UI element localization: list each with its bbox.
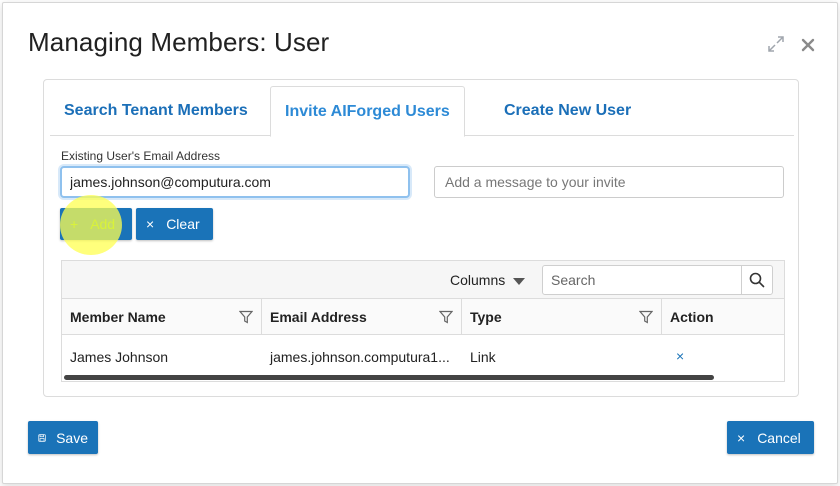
header-label: Type [470, 309, 502, 325]
cell-type: Link [470, 349, 496, 365]
search-icon [749, 272, 765, 288]
email-field-label: Existing User's Email Address [61, 149, 221, 163]
managing-members-dialog: Managing Members: User Search Tenant Mem… [2, 2, 838, 484]
close-icon: × [737, 429, 746, 446]
save-icon [38, 433, 46, 442]
filter-icon[interactable] [239, 310, 253, 324]
grid-toolbar: Columns [62, 261, 784, 299]
filter-icon[interactable] [639, 310, 653, 324]
header-member-name[interactable]: Member Name [62, 299, 262, 335]
columns-button[interactable]: Columns [450, 272, 526, 288]
tab-invite-aiforged-users[interactable]: Invite AIForged Users [270, 86, 465, 137]
members-grid: Columns Member Name Email Address [61, 260, 785, 382]
cancel-button[interactable]: × Cancel [727, 421, 814, 454]
cell-email: james.johnson.computura1... [270, 349, 450, 365]
header-label: Email Address [270, 309, 367, 325]
header-action: Action [662, 299, 784, 335]
columns-button-label: Columns [450, 272, 506, 288]
add-button-label: Add [90, 216, 116, 232]
close-icon[interactable] [800, 37, 816, 53]
cell-member-name: James Johnson [70, 349, 169, 365]
clear-button[interactable]: × Clear [136, 208, 213, 240]
clear-button-label: Clear [166, 216, 200, 232]
close-icon: × [146, 216, 155, 232]
add-button[interactable]: + Add [60, 208, 132, 240]
tab-search-tenant-members[interactable]: Search Tenant Members [50, 86, 262, 136]
filter-icon[interactable] [439, 310, 453, 324]
header-email-address[interactable]: Email Address [262, 299, 462, 335]
tab-bar: Search Tenant Members Invite AIForged Us… [50, 86, 794, 137]
tab-create-new-user[interactable]: Create New User [490, 86, 645, 136]
dialog-title: Managing Members: User [28, 27, 330, 57]
remove-member-icon[interactable]: × [676, 349, 690, 363]
grid-header: Member Name Email Address Type Action [62, 299, 784, 335]
caret-down-icon [513, 277, 526, 285]
email-field[interactable] [60, 166, 410, 198]
save-button[interactable]: Save [28, 421, 98, 454]
save-button-label: Save [56, 429, 88, 446]
table-row[interactable]: James Johnson james.johnson.computura1..… [62, 335, 784, 379]
tab-panel: Search Tenant Members Invite AIForged Us… [43, 79, 799, 397]
plus-icon: + [70, 216, 79, 232]
header-label: Member Name [70, 309, 166, 325]
grid-search-input[interactable] [542, 265, 742, 295]
search-button[interactable] [741, 265, 773, 295]
header-label: Action [670, 309, 714, 325]
cancel-button-label: Cancel [757, 429, 801, 446]
expand-icon[interactable] [767, 35, 785, 53]
header-type[interactable]: Type [462, 299, 662, 335]
horizontal-scrollbar[interactable] [64, 375, 714, 380]
invite-message-input[interactable] [434, 166, 784, 198]
